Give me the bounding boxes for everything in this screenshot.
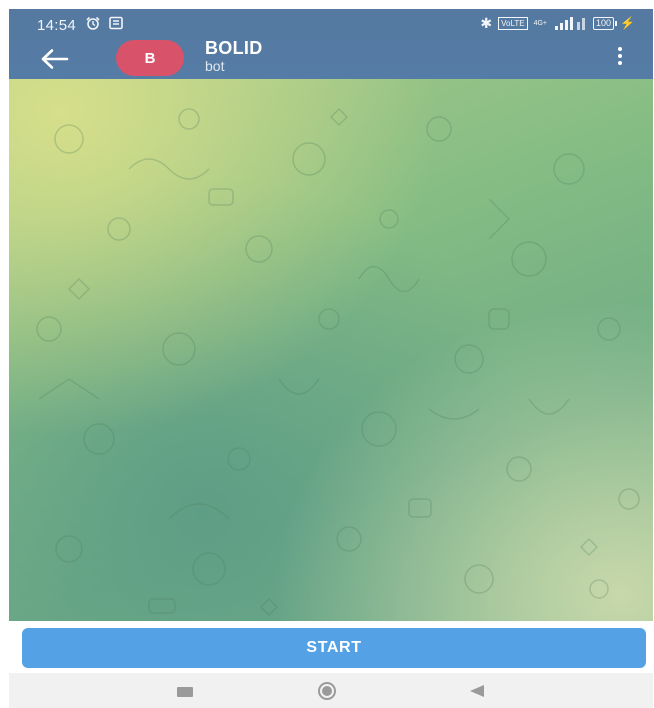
status-indicators: ✱ VoLTE 4G+ 100 ⚡	[480, 15, 635, 31]
system-nav-bar	[9, 673, 653, 708]
network-type: 4G+	[533, 19, 548, 27]
back-arrow-icon[interactable]	[39, 47, 71, 71]
alarm-icon	[86, 16, 100, 30]
recent-apps-icon[interactable]	[177, 687, 193, 697]
back-icon[interactable]	[470, 685, 484, 697]
signal-icon	[555, 17, 586, 30]
phone-screen: 14:54 ✱ VoLTE 4G+ 100 ⚡ B BOLID bot STAR…	[9, 9, 653, 708]
battery-icon: 100	[593, 16, 618, 30]
status-time: 14:54	[37, 17, 77, 34]
chat-background	[9, 79, 653, 621]
home-icon[interactable]	[318, 682, 336, 700]
chat-title[interactable]: BOLID	[205, 38, 263, 59]
bluetooth-icon: ✱	[480, 14, 493, 31]
chat-header: 14:54 ✱ VoLTE 4G+ 100 ⚡ B BOLID bot	[9, 9, 653, 79]
chat-subtitle: bot	[205, 58, 225, 74]
more-options-icon[interactable]	[615, 47, 625, 69]
notification-icon	[109, 16, 123, 30]
volte-icon: VoLTE	[498, 16, 528, 30]
bottom-panel: START	[9, 621, 653, 677]
avatar[interactable]: B	[116, 40, 184, 76]
doodle-pattern	[36, 107, 640, 617]
charging-icon: ⚡	[620, 16, 635, 30]
start-button[interactable]: START	[22, 628, 646, 668]
status-bar: 14:54 ✱ VoLTE 4G+ 100 ⚡	[9, 9, 653, 37]
